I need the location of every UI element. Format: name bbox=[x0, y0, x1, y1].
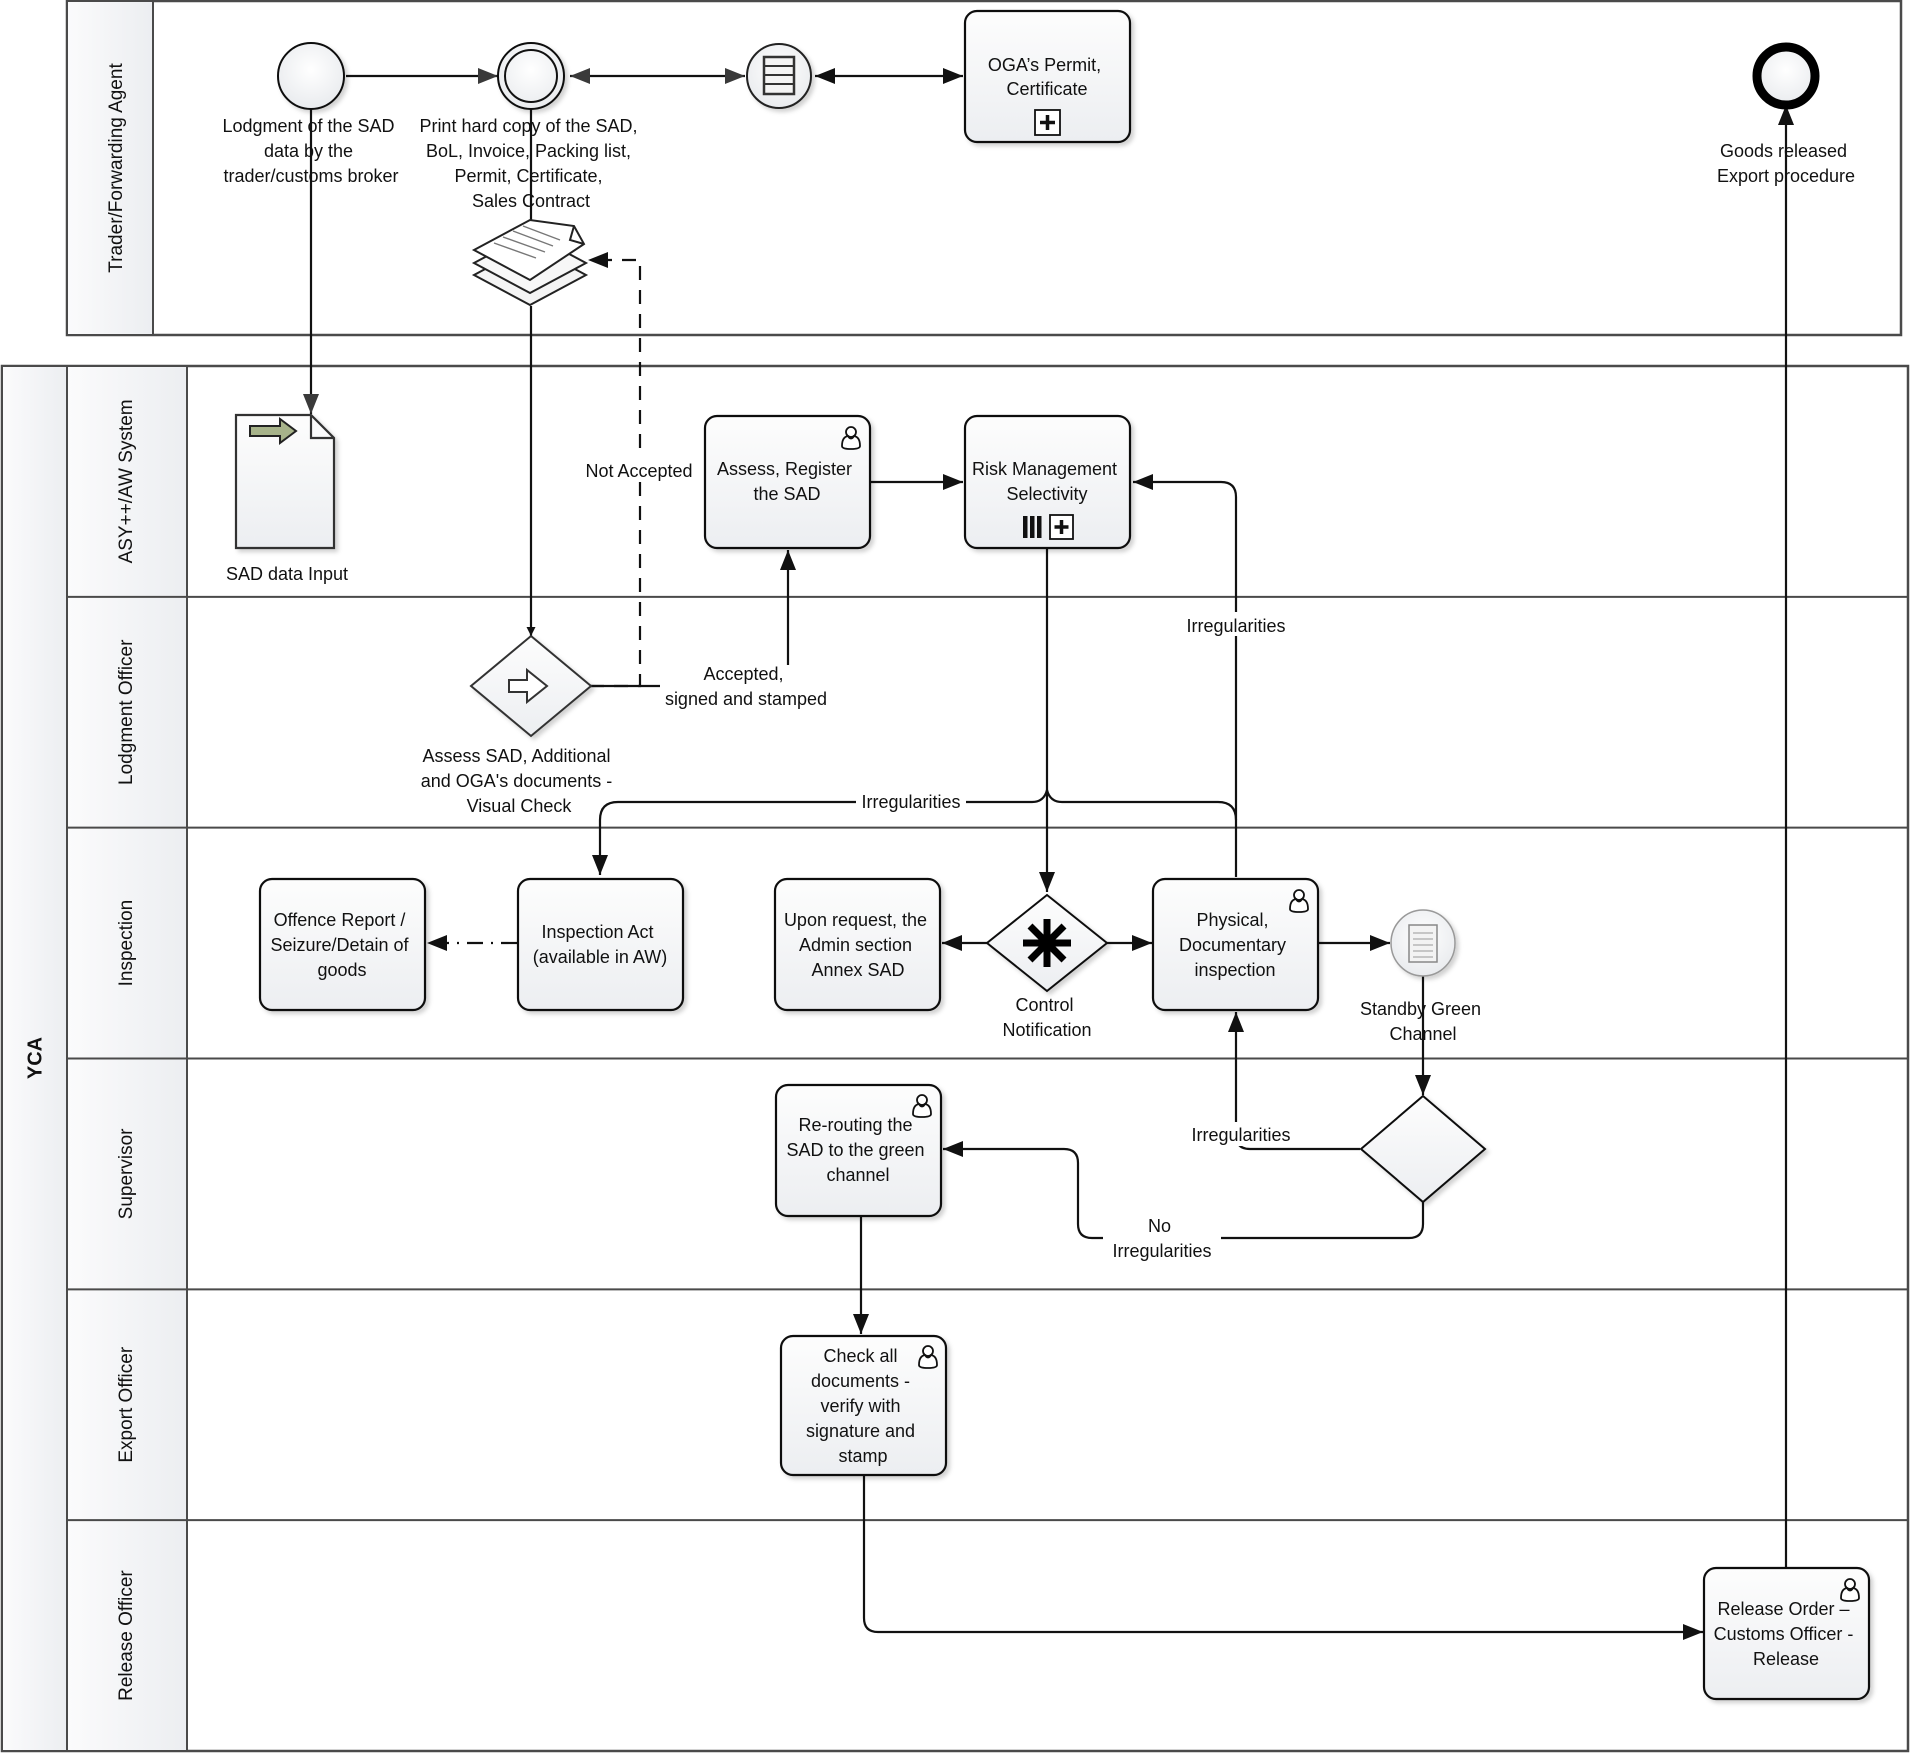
start-event-label: Lodgment of the SAD data by the trader/c… bbox=[222, 116, 399, 186]
not-accepted-label: Not Accepted bbox=[585, 461, 692, 481]
pool-trader-label: Trader/Forwarding Agent bbox=[106, 63, 127, 273]
physical-inspection-task[interactable]: Physical, Documentary inspection bbox=[1151, 877, 1320, 1012]
lane-release: Release Officer bbox=[67, 1519, 1908, 1751]
subprocess-plus-icon bbox=[1034, 109, 1061, 136]
supervisor-decision-gateway[interactable] bbox=[1359, 1094, 1487, 1204]
document-icon bbox=[1408, 924, 1438, 963]
flow-check-to-release[interactable] bbox=[862, 1475, 1703, 1640]
lane-label-release: Release Officer bbox=[116, 1570, 137, 1701]
irregularities-to-physical-label: Irregularities bbox=[1191, 1125, 1290, 1145]
bpmn-diagram: Trader/Forwarding Agent YCA ASY++/AW Sys… bbox=[0, 0, 1910, 1753]
admin-annex-task[interactable]: Upon request, the Admin section Annex SA… bbox=[773, 877, 942, 1012]
asterisk-icon bbox=[1023, 919, 1071, 967]
lane-label-export: Export Officer bbox=[116, 1346, 137, 1462]
start-event[interactable] bbox=[277, 42, 345, 110]
assess-register-task[interactable]: Assess, Register the SAD bbox=[703, 414, 872, 550]
subprocess-plus-icon bbox=[1049, 514, 1074, 540]
documents-stack-icon[interactable] bbox=[471, 218, 589, 307]
sequence-flows bbox=[303, 68, 1794, 1640]
visual-check-gateway[interactable] bbox=[469, 634, 593, 738]
irregularities-to-risk-label: Irregularities bbox=[1186, 616, 1285, 636]
parallel-multi-instance-icon bbox=[1023, 516, 1042, 538]
oga-permit-subprocess[interactable]: OGA’s Permit, Certificate bbox=[963, 9, 1132, 144]
standby-green-channel-event[interactable] bbox=[1390, 909, 1456, 977]
flow-irregularities-to-risk[interactable] bbox=[1133, 474, 1238, 877]
sad-data-input-label: SAD data Input bbox=[226, 564, 348, 584]
pool-yca-label: YCA bbox=[24, 1037, 46, 1079]
visual-check-label: Assess SAD, Additional and OGA's documen… bbox=[421, 746, 618, 816]
lane-export: Export Officer bbox=[67, 1288, 1908, 1521]
print-documents-event[interactable] bbox=[497, 42, 565, 110]
lane-label-supervisor: Supervisor bbox=[116, 1128, 137, 1219]
conditional-event[interactable] bbox=[746, 43, 812, 109]
flow-nodes: Lodgment of the SAD data by the trader/c… bbox=[222, 9, 1871, 1701]
lane-supervisor: Supervisor bbox=[67, 1057, 1908, 1290]
lane-label-lodgment: Lodgment Officer bbox=[116, 639, 137, 785]
risk-management-subprocess[interactable]: Risk Management Selectivity bbox=[963, 414, 1132, 550]
lane-lodgment: Lodgment Officer bbox=[67, 595, 1908, 828]
control-notification-label: Control Notification bbox=[1002, 995, 1091, 1040]
list-icon bbox=[762, 55, 796, 96]
offence-report-task[interactable]: Offence Report / Seizure/Detain of goods bbox=[258, 877, 427, 1012]
rerouting-task[interactable]: Re-routing the SAD to the green channel bbox=[774, 1083, 943, 1218]
accepted-label: Accepted, signed and stamped bbox=[665, 664, 827, 709]
sad-data-input[interactable] bbox=[234, 413, 336, 550]
lane-label-inspection: Inspection bbox=[116, 900, 137, 987]
lane-label-asy: ASY++/AW System bbox=[116, 399, 137, 563]
lane-asy: ASY++/AW System bbox=[68, 366, 188, 597]
irregularities-to-inspection-label: Irregularities bbox=[861, 792, 960, 812]
control-notification-gateway[interactable] bbox=[985, 893, 1109, 993]
check-documents-task[interactable]: Check all documents - verify with signat… bbox=[779, 1334, 948, 1477]
end-event[interactable] bbox=[1752, 42, 1820, 110]
release-order-task[interactable]: Release Order – Customs Officer - Releas… bbox=[1702, 1566, 1871, 1701]
inspection-act-task[interactable]: Inspection Act (available in AW) bbox=[516, 877, 685, 1012]
